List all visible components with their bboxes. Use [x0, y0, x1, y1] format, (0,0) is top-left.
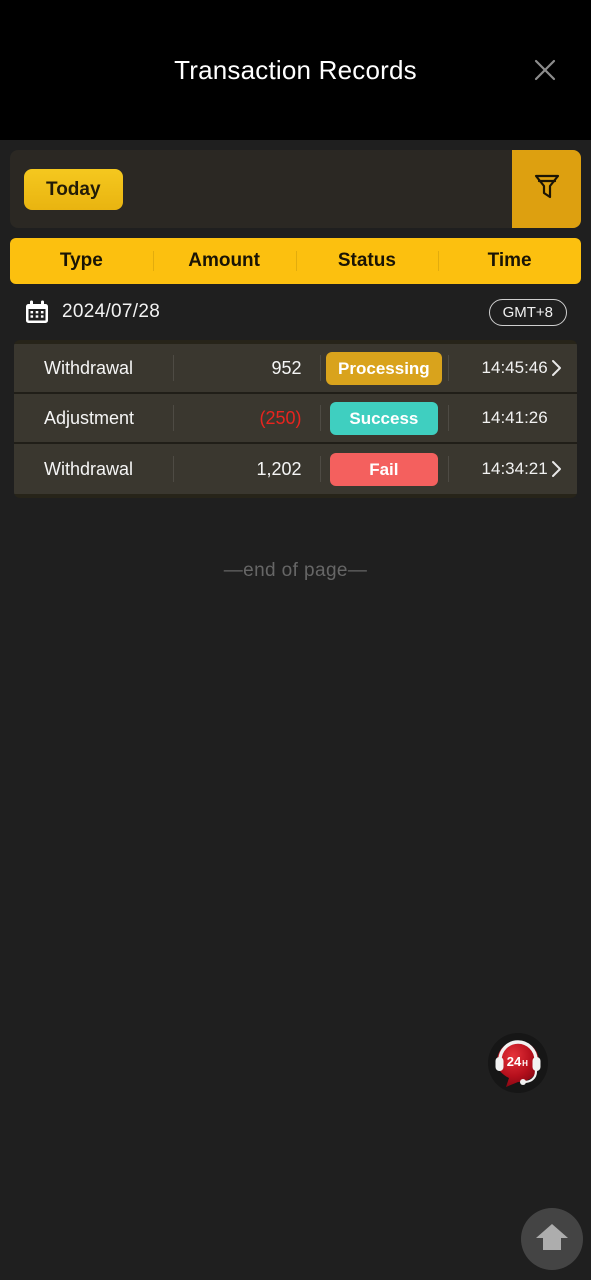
chevron-right-icon[interactable] [551, 358, 563, 378]
headset-support-icon: 24 H [487, 1033, 549, 1098]
column-header-status[interactable]: Status [296, 250, 439, 272]
column-header-amount[interactable]: Amount [153, 250, 296, 272]
cell-amount: 1,202 [173, 459, 320, 480]
status-badge: Fail [329, 452, 438, 486]
status-badge: Success [329, 401, 438, 435]
table-row[interactable]: Withdrawal 952 Processing 14:45:46 [14, 344, 577, 394]
time-label: 14:41:26 [481, 408, 548, 427]
home-icon [534, 1220, 570, 1259]
filter-button[interactable] [512, 150, 581, 228]
cell-status: Success [320, 401, 449, 435]
svg-text:H: H [522, 1059, 528, 1068]
end-of-page-label: —end of page— [223, 560, 368, 581]
time-label: 14:34:21 [481, 459, 548, 478]
cell-type: Adjustment [44, 407, 135, 428]
home-button[interactable] [521, 1208, 583, 1270]
close-button[interactable] [523, 48, 567, 92]
customer-support-button[interactable]: 24 H [487, 1032, 549, 1094]
cell-status: Processing [320, 351, 449, 385]
title-bar: Transaction Records [0, 0, 591, 140]
filter-bar: Today [10, 150, 581, 228]
cell-status: Fail [320, 452, 449, 486]
table-row[interactable]: Withdrawal 1,202 Fail 14:34:21 [14, 444, 577, 494]
cell-time: 14:45:46 [448, 358, 577, 378]
calendar-icon [24, 299, 50, 325]
funnel-icon [532, 171, 562, 208]
table-column-header: Type Amount Status Time [10, 238, 581, 284]
close-icon [532, 57, 558, 83]
cell-amount: 952 [173, 358, 320, 379]
status-badge: Processing [326, 351, 442, 385]
page-title: Transaction Records [174, 54, 417, 85]
column-header-time[interactable]: Time [438, 250, 581, 272]
transaction-list: Withdrawal 952 Processing 14:45:46 Adjus… [14, 340, 577, 498]
cell-time: 14:34:21 [448, 459, 577, 479]
cell-type: Withdrawal [44, 357, 134, 378]
column-header-type[interactable]: Type [10, 250, 153, 272]
chevron-right-icon[interactable] [551, 459, 563, 479]
svg-text:24: 24 [507, 1054, 522, 1069]
date-group-header: 2024/07/28 GMT+8 [10, 284, 581, 340]
date-label: 2024/07/28 [62, 301, 161, 322]
timezone-badge: GMT+8 [488, 298, 567, 326]
today-filter-chip[interactable]: Today [24, 168, 123, 210]
table-row[interactable]: Adjustment (250) Success 14:41:26 [14, 394, 577, 444]
time-label: 14:45:46 [481, 358, 548, 377]
cell-type: Withdrawal [44, 458, 134, 479]
cell-amount: (250) [173, 408, 320, 429]
cell-time: 14:41:26 [448, 408, 577, 428]
